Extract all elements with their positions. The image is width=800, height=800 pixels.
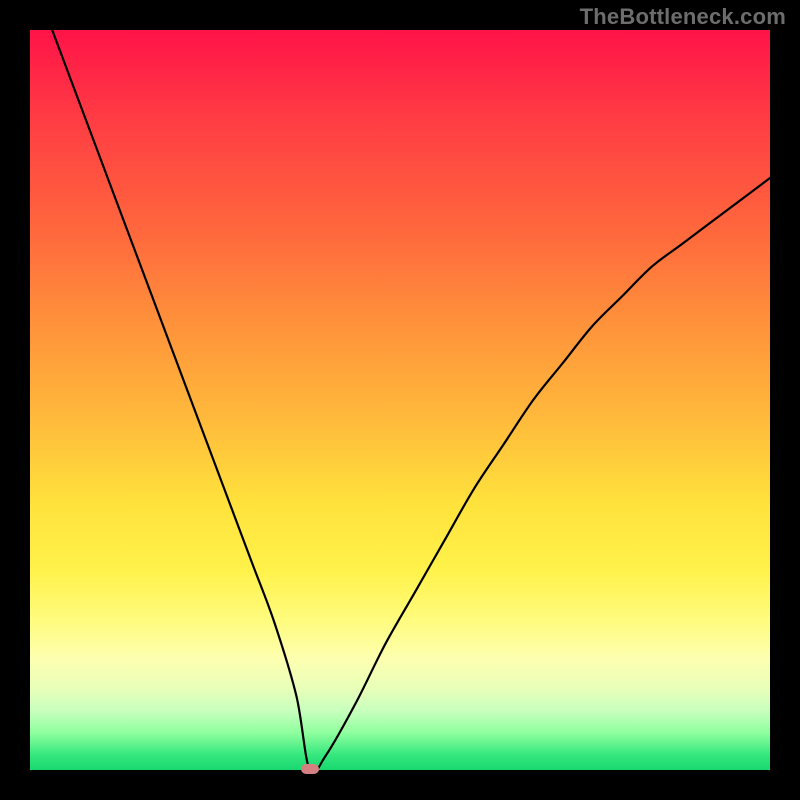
outer-frame: TheBottleneck.com — [0, 0, 800, 800]
plot-area — [30, 30, 770, 770]
bottleneck-curve — [30, 30, 770, 770]
curve-path — [30, 0, 770, 773]
watermark-label: TheBottleneck.com — [580, 4, 786, 30]
minimum-marker — [301, 764, 319, 774]
